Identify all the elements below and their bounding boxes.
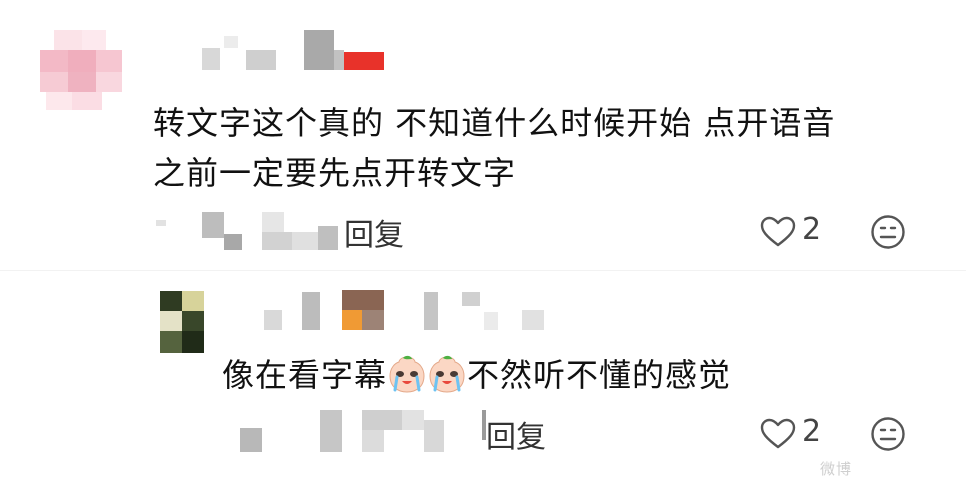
vip-badge (344, 52, 384, 70)
avatar[interactable] (160, 291, 204, 353)
comment-text-line1: 转文字这个真的 不知道什么时候开始 点开语音 (153, 104, 836, 142)
username[interactable] (258, 290, 548, 334)
crying-face-emoji-icon (429, 355, 465, 393)
emoji-face-icon[interactable] (870, 416, 906, 452)
username[interactable] (196, 30, 386, 74)
watermark: 微博 (820, 460, 853, 478)
comment-text-part2: 不然听不懂的感觉 (467, 356, 732, 394)
divider (0, 270, 966, 271)
heart-outline-icon (760, 216, 796, 247)
like-button[interactable]: 2 (760, 414, 830, 454)
like-count: 2 (802, 414, 822, 449)
heart-outline-icon (760, 418, 796, 449)
comment-meta-blurred (156, 212, 346, 252)
reply-button[interactable]: 回复 (486, 412, 546, 456)
emoji-face-icon[interactable] (870, 214, 906, 250)
comment-text-part1: 像在看字幕 (222, 356, 388, 394)
like-button[interactable]: 2 (760, 212, 830, 252)
comment-text-line2: 之前一定要先点开转文字 (153, 154, 517, 192)
reply-button[interactable]: 回复 (344, 210, 404, 254)
comment-meta-blurred (240, 410, 490, 454)
comment-text: 像在看字幕 不然听不懂的感觉 (222, 350, 731, 400)
avatar[interactable] (36, 30, 124, 112)
like-count: 2 (802, 212, 822, 247)
crying-face-emoji-icon (389, 355, 425, 393)
